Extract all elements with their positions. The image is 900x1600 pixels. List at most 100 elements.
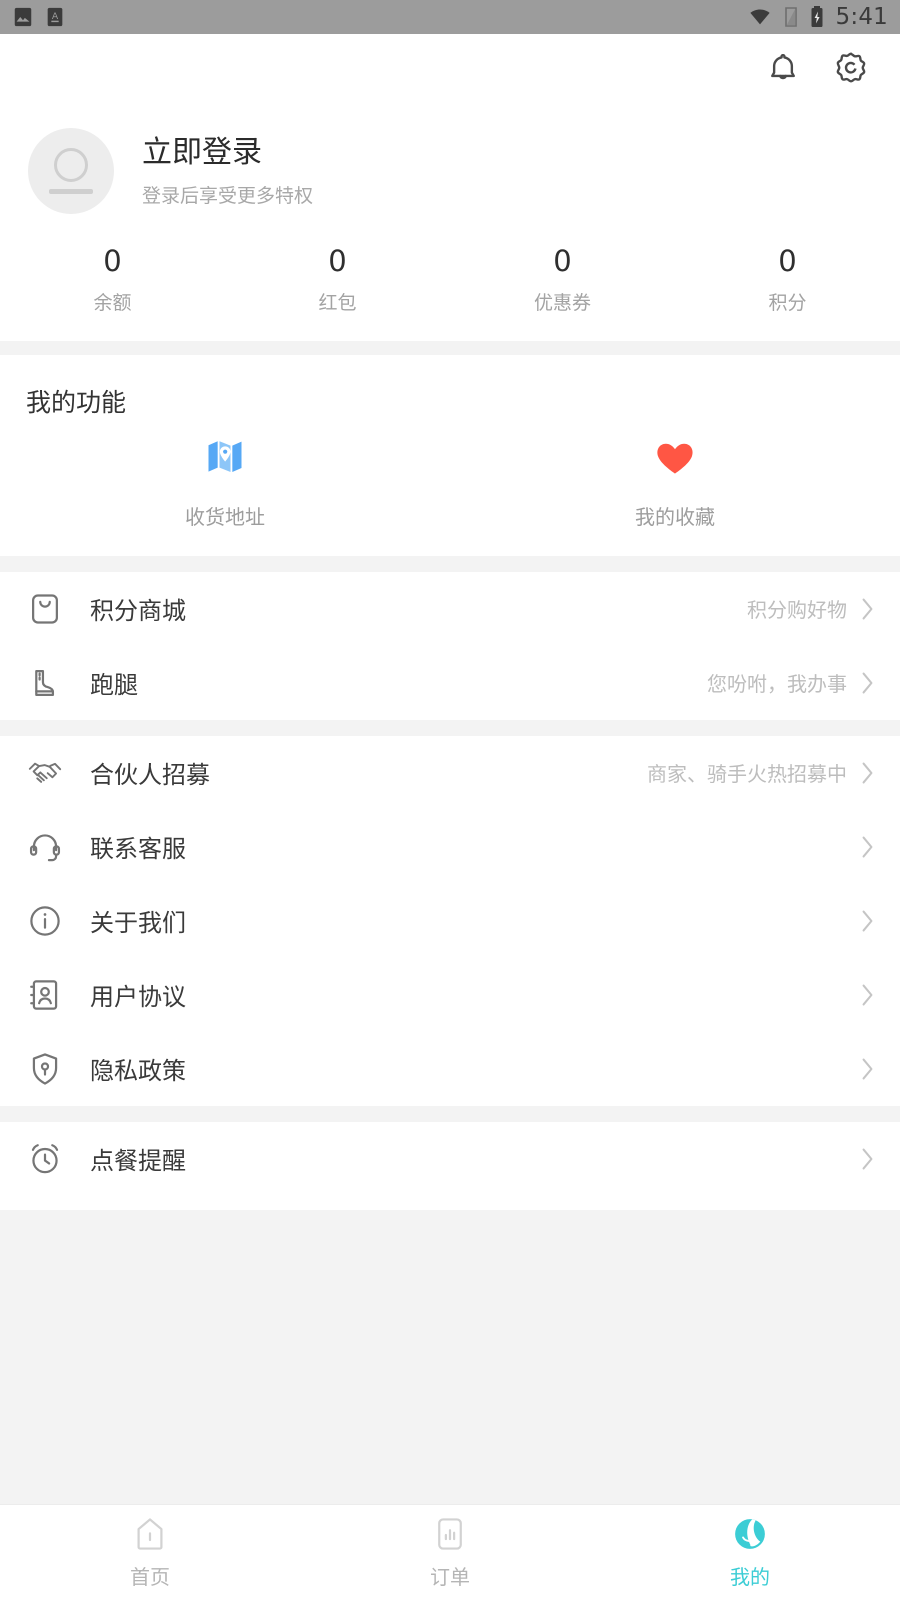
status-bar-left-icons: A xyxy=(12,6,66,28)
status-bar: A 5:41 xyxy=(0,0,900,34)
section-divider xyxy=(0,719,900,736)
alarm-clock-icon xyxy=(31,1144,59,1174)
boot-icon xyxy=(35,669,55,696)
stat-value: 0 xyxy=(778,244,797,278)
tab-label: 订单 xyxy=(430,1565,470,1589)
menu-item-hint: 积分购好物 xyxy=(747,598,847,623)
menu-group-reminder: 点餐提醒 xyxy=(0,1121,900,1210)
status-bar-clock: 5:41 xyxy=(835,4,888,30)
section-divider xyxy=(0,555,900,572)
profile-section[interactable]: 立即登录 登录后享受更多特权 0 余额 0 红包 0 优惠券 0 积分 xyxy=(0,104,900,341)
menu-group-points: 积分商城 积分购好物 跑腿 您吩咐，我办事 xyxy=(0,571,900,720)
menu-item-hint: 商家、骑手火热招募中 xyxy=(647,762,847,787)
chevron-right-icon xyxy=(862,984,873,1006)
menu-item-right: 商家、骑手火热招募中 xyxy=(647,758,874,787)
section-divider xyxy=(0,340,900,355)
chevron-right-icon xyxy=(862,910,873,932)
status-bar-right-icons: 5:41 xyxy=(747,4,888,30)
chevron-right-icon xyxy=(862,762,873,784)
menu-item-hint: 您吩咐，我办事 xyxy=(707,672,847,697)
function-label: 收货地址 xyxy=(185,504,265,529)
profile-row[interactable]: 立即登录 登录后享受更多特权 xyxy=(0,104,900,240)
stat-label: 优惠券 xyxy=(533,291,591,314)
menu-group-info: 合伙人招募 商家、骑手火热招募中 联系客服 关于我们 用户协议 隐私政策 xyxy=(0,735,900,1106)
menu-item-label: 点餐提醒 xyxy=(90,1147,186,1176)
app-screen: A 5:41 立即登录 登录后享受更多特权 0 余额 0 红包 0 优惠券 0 … xyxy=(0,0,900,1600)
tab-home[interactable]: 首页 xyxy=(0,1505,300,1600)
shopping-bag-icon xyxy=(32,594,58,624)
svg-text:A: A xyxy=(52,11,59,22)
headset-icon xyxy=(29,834,61,862)
my-functions-grid: 收货地址 我的收藏 xyxy=(0,429,900,556)
chevron-right-icon xyxy=(862,1058,873,1080)
menu-item-label: 关于我们 xyxy=(90,909,186,938)
chevron-right-icon xyxy=(862,672,873,694)
profile-text: 立即登录 登录后享受更多特权 xyxy=(142,135,313,208)
tab-orders[interactable]: 订单 xyxy=(300,1505,600,1600)
menu-item-about-us[interactable]: 关于我们 xyxy=(0,883,900,958)
font-size-icon: A xyxy=(47,7,63,27)
stat-points[interactable]: 0 积分 xyxy=(675,244,900,315)
gear-icon[interactable] xyxy=(832,50,870,88)
menu-item-right: 您吩咐，我办事 xyxy=(707,668,874,697)
menu-item-label: 积分商城 xyxy=(90,597,186,626)
menu-item-points-mall[interactable]: 积分商城 积分购好物 xyxy=(0,571,900,646)
user-card-icon xyxy=(30,980,58,1010)
menu-item-privacy-policy[interactable]: 隐私政策 xyxy=(0,1031,900,1106)
menu-item-right: 积分购好物 xyxy=(747,594,874,623)
function-my-favorites[interactable]: 我的收藏 xyxy=(450,435,900,530)
heart-icon xyxy=(657,443,693,474)
shield-lock-icon xyxy=(32,1053,58,1085)
app-bar xyxy=(0,34,900,104)
menu-item-right xyxy=(847,1148,874,1170)
tab-label: 首页 xyxy=(130,1565,170,1589)
info-circle-icon xyxy=(30,906,60,936)
signal-icon xyxy=(784,7,797,27)
login-subtitle: 登录后享受更多特权 xyxy=(142,184,314,207)
menu-item-right xyxy=(847,1058,874,1080)
bell-icon[interactable] xyxy=(764,50,802,88)
menu-item-partner-recruitment[interactable]: 合伙人招募 商家、骑手火热招募中 xyxy=(0,735,900,810)
menu-item-right xyxy=(847,984,874,1006)
stats-row: 0 余额 0 红包 0 优惠券 0 积分 xyxy=(0,240,900,341)
menu-item-errand[interactable]: 跑腿 您吩咐，我办事 xyxy=(0,645,900,720)
image-icon xyxy=(14,7,32,27)
menu-item-user-agreement[interactable]: 用户协议 xyxy=(0,957,900,1032)
function-shipping-address[interactable]: 收货地址 xyxy=(0,435,450,530)
menu-item-contact-support[interactable]: 联系客服 xyxy=(0,809,900,884)
my-functions-section: 我的功能 收货地址 我的收藏 xyxy=(0,354,900,556)
stat-label: 积分 xyxy=(768,291,807,314)
bottom-tab-bar: 首页 订单 我的 xyxy=(0,1504,900,1600)
section-divider xyxy=(0,1105,900,1122)
default-avatar-icon[interactable] xyxy=(28,128,114,214)
menu-item-order-reminder[interactable]: 点餐提醒 xyxy=(0,1121,900,1196)
orders-chart-icon xyxy=(438,1518,462,1550)
function-label: 我的收藏 xyxy=(635,504,715,529)
handshake-icon xyxy=(28,762,62,783)
stat-red-packet[interactable]: 0 红包 xyxy=(225,244,450,315)
chevron-right-icon xyxy=(862,598,873,620)
battery-charging-icon xyxy=(811,6,823,27)
stat-balance[interactable]: 0 余额 xyxy=(0,244,225,315)
chevron-right-icon xyxy=(862,1148,873,1170)
home-icon xyxy=(137,1518,163,1550)
profile-icon xyxy=(735,1519,765,1549)
tab-label: 我的 xyxy=(730,1565,770,1589)
stat-label: 余额 xyxy=(93,291,132,314)
stat-coupon[interactable]: 0 优惠券 xyxy=(450,244,675,315)
stat-value: 0 xyxy=(328,244,347,278)
stat-value: 0 xyxy=(553,244,572,278)
my-functions-title: 我的功能 xyxy=(26,387,127,417)
avatar-head-shape xyxy=(54,148,88,182)
empty-space xyxy=(0,1209,900,1540)
stat-value: 0 xyxy=(103,244,122,278)
menu-item-label: 用户协议 xyxy=(90,983,186,1012)
menu-item-label: 跑腿 xyxy=(90,671,138,700)
menu-item-right xyxy=(847,910,874,932)
wifi-icon xyxy=(749,9,770,25)
menu-item-label: 联系客服 xyxy=(90,835,186,864)
menu-item-right xyxy=(847,836,874,858)
tab-profile[interactable]: 我的 xyxy=(600,1505,900,1600)
menu-item-label: 合伙人招募 xyxy=(90,761,210,790)
login-title[interactable]: 立即登录 xyxy=(142,135,313,171)
